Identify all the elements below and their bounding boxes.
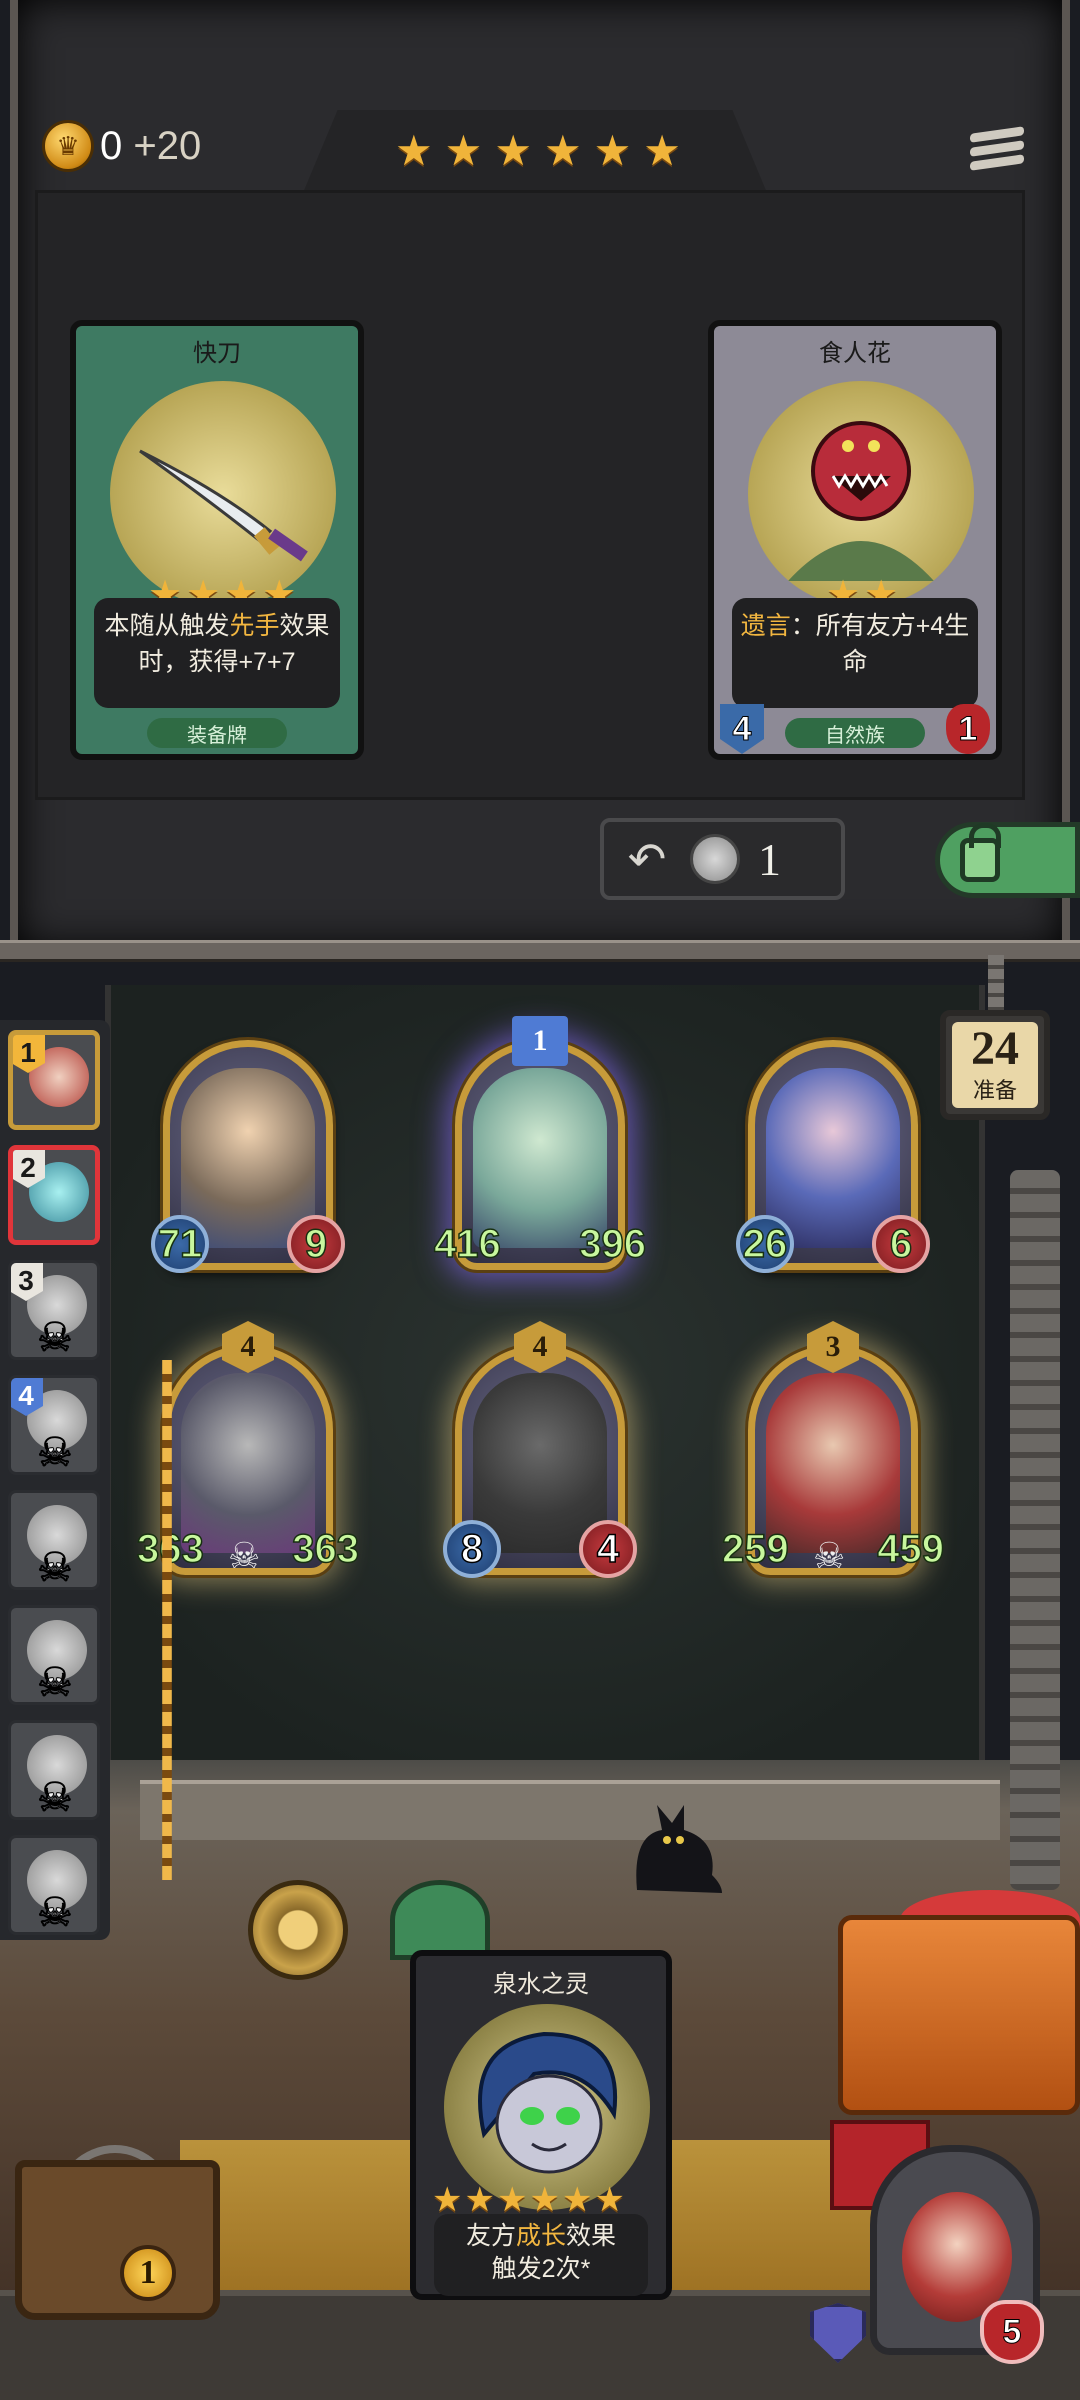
board-minion-king[interactable]: 71 9 [151,1040,345,1273]
skull-icon: ☠ [37,1776,74,1820]
card-description: 本随从触发先手效果时，获得+7+7 [94,598,340,708]
hand-card-spring-spirit[interactable]: 泉水之灵 友方成长效果 触发2次* [410,1950,672,2300]
minion-health: 6 [872,1215,930,1273]
star-icon: ★ [643,127,681,174]
card-tribe: 自然族 [785,718,925,748]
flower-icon [788,421,934,581]
board-minion-shieldbearer[interactable]: 4 8 4 [443,1321,637,1578]
opponent-list: 1 2 ☠ 3 ☠ 4 ☠ ☠ ☠ ☠ [0,1020,110,1940]
minion-attack: 71 [151,1215,209,1273]
refresh-button[interactable]: ↶ 1 [600,818,845,900]
gold-income: +20 [133,123,202,168]
opponent-1[interactable]: 1 [8,1030,100,1130]
board-minion-sorceress[interactable]: 26 6 [736,1040,930,1273]
minion-health: 4 [579,1520,637,1578]
green-disc [390,1880,490,1960]
opponent-5[interactable]: ☠ [8,1490,100,1590]
minion-attack: 259 [721,1526,789,1572]
gold-disc [248,1880,348,1980]
star-icon: ★ [464,2181,495,2219]
board-minion-knight[interactable]: 4 363 ☠ 363 [136,1321,360,1576]
hero-health: 5 [980,2300,1044,2364]
spirit-icon [478,2031,618,2174]
card-description: 友方成长效果 触发2次* [434,2214,648,2296]
opponent-2[interactable]: 2 [8,1145,100,1245]
star-icon: ★ [444,127,483,174]
minion-portrait [473,1373,607,1553]
card-art-spirit [444,2004,650,2210]
minion-attack: 416 [433,1221,501,1267]
pillar [1010,1170,1060,1890]
refresh-cost: 1 [758,833,781,885]
blade-icon [139,449,308,562]
star-icon: ★ [494,127,532,174]
board-ledge [140,1780,1000,1840]
skull-icon: ☠ [37,1891,74,1935]
silver-coin-icon [690,834,740,884]
opponent-7[interactable]: ☠ [8,1720,100,1820]
minion-health: 396 [579,1221,647,1267]
opponent-8[interactable]: ☠ [8,1835,100,1935]
cat-icon [636,1805,722,1893]
skull-icon: ☠ [813,1535,846,1576]
star-icon: ★ [543,127,582,174]
card-health: 1 [946,704,990,754]
opponent-3[interactable]: ☠ 3 [8,1260,100,1360]
tavern-tier-stars: ★ ★ ★ ★ ★ ★ [395,130,681,172]
gift-box[interactable] [838,1915,1080,2115]
star-icon: ★ [593,127,632,174]
card-attack: 4 [720,704,764,754]
minion-health: 363 [292,1526,360,1572]
skull-icon: ☠ [37,1661,74,1705]
card-title: 快刀 [193,339,241,367]
menu-button[interactable] [970,125,1024,179]
gold-display: ♛ 0 +20 [42,120,201,172]
minion-tier: 1 [512,1016,568,1066]
minion-attack: 8 [443,1520,501,1578]
lock-shop-button[interactable] [935,822,1080,898]
star-icon: ★ [432,2181,463,2219]
card-type: 装备牌 [147,718,287,748]
timer-value: 24 [971,1022,1019,1075]
hand-card-stars: ★ ★ ★ ★ ★ ★ [432,2183,625,2217]
star-icon: ★ [561,2181,593,2219]
chest-count: 1 [120,2245,176,2301]
opponent-4[interactable]: ☠ 4 [8,1375,100,1475]
star-icon: ★ [529,2181,560,2219]
skull-icon: ☠ [37,1546,74,1590]
unlock-icon [960,823,1001,882]
timer-chain [988,955,1004,1015]
skull-icon: ☠ [37,1316,74,1360]
treasure-chest[interactable] [15,2160,220,2320]
minion-attack: 26 [736,1215,794,1273]
opponent-6[interactable]: ☠ [8,1605,100,1705]
board-minion-spirit[interactable]: 1 416 396 [433,1016,647,1270]
star-icon: ★ [395,127,433,174]
skull-icon: ☠ [37,1431,74,1475]
card-art-blade [110,381,336,607]
undo-icon: ↶ [627,833,667,885]
minion-health: 459 [877,1526,945,1572]
card-art-flower [748,381,974,607]
card-description: 遗言：所有友方+4生命 [732,598,978,708]
timer-label: 准备 [972,1078,1017,1103]
minion-health: 9 [287,1215,345,1273]
card-title: 食人花 [819,339,891,367]
shop-board-divider [0,940,1080,962]
card-title: 泉水之灵 [493,1970,589,1998]
skull-icon: ☠ [228,1535,261,1576]
shop-card-piranha-flower[interactable]: 食人花 ★ ★ 遗言：所有友方+4生命 自然族 4 1 [708,320,1002,760]
board-minion-warrior[interactable]: 3 259 ☠ 459 [721,1321,945,1576]
gold-current: 0 [100,123,123,168]
shop-card-knife[interactable]: 快刀 ★ ★ ★ ★ 本随从触发先手效果时，获得+7+7 装备牌 [70,320,364,760]
turn-timer: 24 准备 [940,1010,1050,1120]
crown-coin-icon: ♛ [42,120,94,172]
star-icon: ★ [496,2181,528,2219]
star-icon: ★ [594,2181,625,2219]
